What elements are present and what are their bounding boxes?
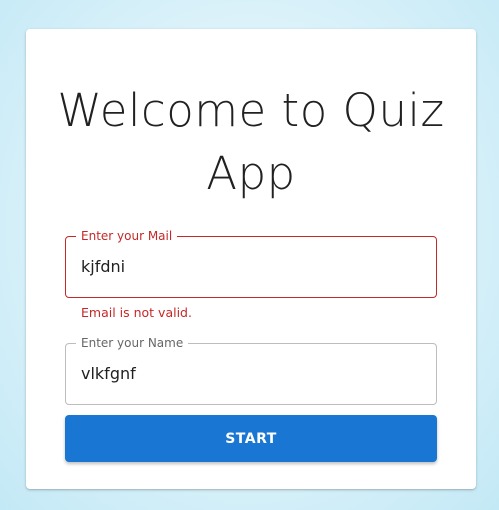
start-button[interactable]: START	[65, 415, 437, 462]
email-field-label: Enter your Mail	[76, 228, 178, 244]
name-input[interactable]	[81, 363, 421, 385]
email-field[interactable]: Enter your Mail	[65, 228, 437, 298]
page-title: Welcome to Quiz App	[57, 84, 445, 200]
name-field[interactable]: Enter your Name	[65, 335, 437, 405]
email-input[interactable]	[81, 256, 421, 278]
email-error-text: Email is not valid.	[81, 305, 192, 320]
name-field-label: Enter your Name	[76, 335, 189, 351]
welcome-card: Welcome to Quiz App Enter your Mail Emai…	[26, 29, 476, 489]
